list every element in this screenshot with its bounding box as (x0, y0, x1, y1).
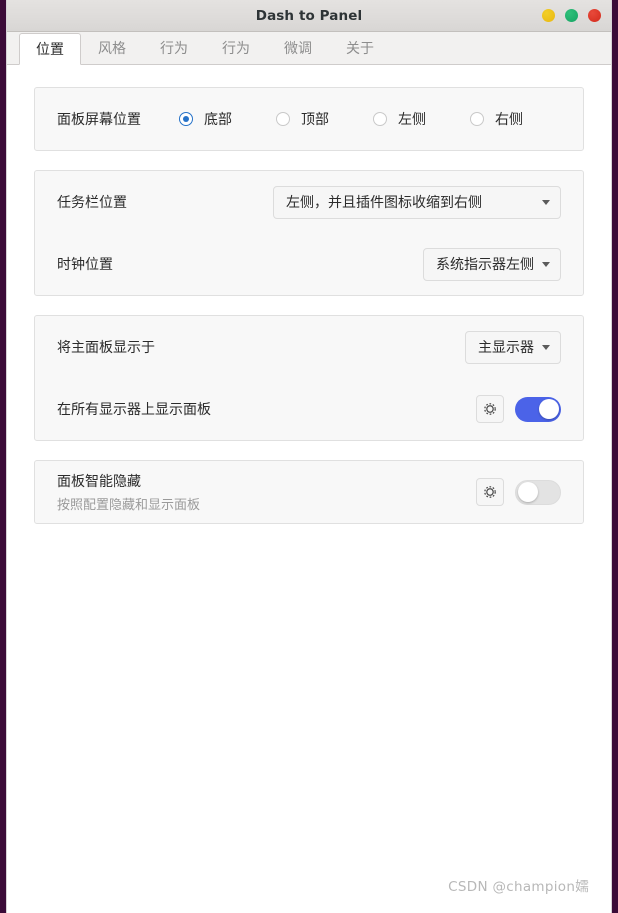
radio-right[interactable]: 右侧 (470, 109, 523, 129)
tab-behavior-1[interactable]: 行为 (143, 32, 205, 64)
toggle-knob (517, 482, 538, 502)
card-monitors: 将主面板显示于 主显示器 在所有显示器上显示面板 (34, 315, 584, 441)
window-title: Dash to Panel (255, 7, 363, 24)
screen-position-label: 面板屏幕位置 (57, 112, 141, 128)
gear-icon (484, 403, 496, 415)
intellihide-settings-button[interactable] (476, 478, 504, 506)
intellihide-description: 按照配置隐藏和显示面板 (57, 498, 201, 513)
tab-bar: 位置 风格 行为 行为 微调 关于 (7, 32, 611, 65)
tab-about[interactable]: 关于 (329, 32, 391, 64)
radio-right-label: 右侧 (495, 112, 523, 128)
tab-position[interactable]: 位置 (19, 33, 81, 65)
chevron-down-icon (542, 344, 550, 350)
intellihide-toggle[interactable] (515, 479, 561, 505)
all-monitors-label: 在所有显示器上显示面板 (57, 402, 211, 418)
gear-icon (484, 486, 496, 498)
radio-right-mark (470, 112, 484, 126)
radio-left-mark (373, 112, 387, 126)
tab-style[interactable]: 风格 (81, 32, 143, 64)
taskbar-position-value: 左侧，并且插件图标收缩到右侧 (286, 195, 482, 211)
close-button[interactable] (588, 9, 601, 22)
intellihide-label: 面板智能隐藏 (57, 474, 141, 490)
minimize-button[interactable] (542, 9, 555, 22)
toggle-knob (538, 399, 559, 419)
chevron-down-icon (542, 261, 550, 267)
radio-top[interactable]: 顶部 (276, 109, 329, 129)
row-intellihide: 面板智能隐藏 按照配置隐藏和显示面板 (35, 461, 583, 523)
radio-bottom-mark (179, 112, 193, 126)
tab-finetune[interactable]: 微调 (267, 32, 329, 64)
card-screen-position: 面板屏幕位置 底部 顶部 左侧 右侧 (34, 87, 584, 151)
clock-position-dropdown[interactable]: 系统指示器左侧 (423, 247, 561, 281)
maximize-button[interactable] (565, 9, 578, 22)
intellihide-labels: 面板智能隐藏 按照配置隐藏和显示面板 (57, 471, 200, 513)
radio-bottom[interactable]: 底部 (179, 109, 232, 129)
clock-position-value: 系统指示器左侧 (436, 257, 534, 273)
clock-position-label: 时钟位置 (57, 257, 113, 273)
card-taskbar: 任务栏位置 左侧，并且插件图标收缩到右侧 时钟位置 系统指示器左侧 (34, 170, 584, 296)
tab-behavior-2[interactable]: 行为 (205, 32, 267, 64)
row-clock-position: 时钟位置 系统指示器左侧 (35, 233, 583, 295)
taskbar-position-label: 任务栏位置 (57, 195, 127, 211)
radio-bottom-label: 底部 (204, 112, 232, 128)
radio-left[interactable]: 左侧 (373, 109, 426, 129)
radio-left-label: 左侧 (398, 112, 426, 128)
screen-position-radio-group: 底部 顶部 左侧 右侧 (179, 109, 523, 129)
all-monitors-toggle[interactable] (515, 396, 561, 422)
radio-top-mark (276, 112, 290, 126)
settings-content: 面板屏幕位置 底部 顶部 左侧 右侧 任务栏位置 左侧，并且插件图标收缩到右侧 … (7, 65, 611, 913)
primary-monitor-dropdown[interactable]: 主显示器 (465, 330, 561, 364)
row-primary-monitor: 将主面板显示于 主显示器 (35, 316, 583, 378)
primary-monitor-value: 主显示器 (478, 340, 534, 356)
titlebar: Dash to Panel (7, 0, 611, 32)
taskbar-position-dropdown[interactable]: 左侧，并且插件图标收缩到右侧 (273, 185, 561, 219)
primary-monitor-label: 将主面板显示于 (57, 340, 155, 356)
row-taskbar-position: 任务栏位置 左侧，并且插件图标收缩到右侧 (35, 171, 583, 233)
app-window: Dash to Panel 位置 风格 行为 行为 微调 关于 面板屏幕位置 底… (6, 0, 612, 913)
window-controls (542, 0, 601, 31)
row-screen-position: 面板屏幕位置 底部 顶部 左侧 右侧 (35, 88, 583, 150)
chevron-down-icon (542, 199, 550, 205)
radio-top-label: 顶部 (301, 112, 329, 128)
card-intellihide: 面板智能隐藏 按照配置隐藏和显示面板 (34, 460, 584, 524)
all-monitors-settings-button[interactable] (476, 395, 504, 423)
watermark: CSDN @champion嬬 (448, 879, 589, 895)
row-all-monitors: 在所有显示器上显示面板 (35, 378, 583, 440)
